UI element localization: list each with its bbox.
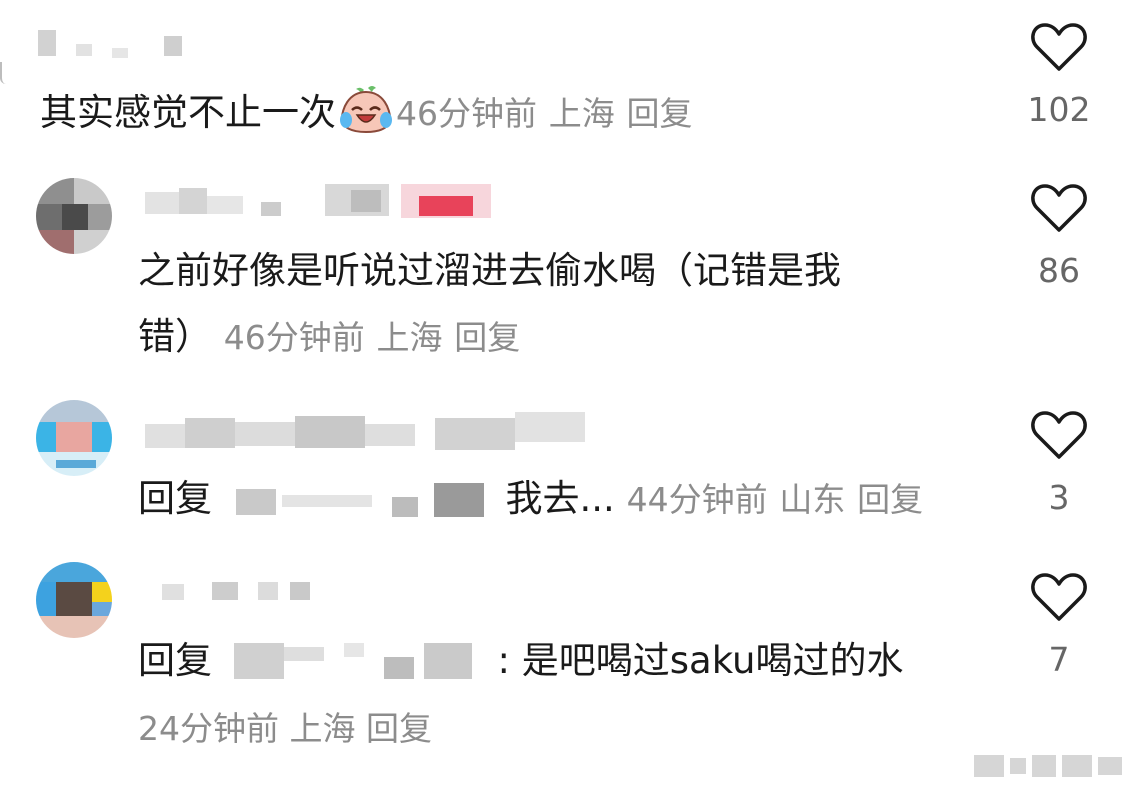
- username-blurred: [145, 184, 495, 220]
- thread-indicator: [0, 62, 8, 84]
- crying-laughing-emoji-icon: [338, 84, 394, 145]
- like-count: 3: [1048, 478, 1070, 517]
- comment-list: 其实感觉不止一次 46分钟前 上海 回复 102 之前好像是听说过溜进去偷水喝（…: [0, 0, 1138, 787]
- comment-time: 24分钟前: [138, 709, 279, 748]
- comment-body: 其实感觉不止一次: [40, 91, 336, 134]
- comment-location: 上海: [548, 94, 615, 133]
- reply-link[interactable]: 回复: [627, 94, 693, 133]
- like-button[interactable]: 86: [1024, 183, 1094, 291]
- comment-time: 46分钟前: [223, 318, 365, 357]
- like-button[interactable]: 3: [1024, 410, 1094, 518]
- comment-body: : 是吧喝过saku喝过的水: [497, 639, 904, 682]
- heart-outline-icon[interactable]: [1030, 410, 1088, 460]
- reply-prefix: 回复: [138, 477, 212, 520]
- comment-body-end: 错）: [138, 315, 212, 358]
- comment-location: 山东: [779, 480, 846, 519]
- mentioned-user-blurred[interactable]: [224, 481, 494, 521]
- comment-location: 上海: [376, 318, 443, 357]
- comment-text: 其实感觉不止一次 46分钟前 上海 回复: [40, 84, 693, 145]
- avatar[interactable]: [36, 562, 112, 638]
- avatar[interactable]: [36, 400, 112, 476]
- reply-link[interactable]: 回复: [366, 709, 432, 748]
- comment-text-line2: 错） 46分钟前 上海 回复: [138, 314, 520, 361]
- mentioned-user-blurred[interactable]: [224, 642, 486, 683]
- username-blurred: [38, 30, 182, 60]
- like-button[interactable]: 7: [1024, 572, 1094, 680]
- watermark-blurred: [974, 755, 1122, 777]
- comment-body: 我去...: [505, 477, 615, 520]
- reply-link[interactable]: 回复: [857, 480, 923, 519]
- reply-link[interactable]: 回复: [454, 318, 520, 357]
- comment-location: 上海: [289, 709, 356, 748]
- heart-outline-icon[interactable]: [1030, 183, 1088, 233]
- heart-outline-icon[interactable]: [1030, 22, 1088, 72]
- like-count: 7: [1048, 640, 1070, 679]
- username-blurred: [145, 412, 585, 452]
- like-count: 102: [1027, 90, 1091, 129]
- like-button[interactable]: 102: [1024, 22, 1094, 130]
- avatar[interactable]: [36, 178, 112, 254]
- heart-outline-icon[interactable]: [1030, 572, 1088, 622]
- reply-prefix: 回复: [138, 639, 212, 682]
- username-blurred: [162, 580, 312, 604]
- like-count: 86: [1038, 251, 1080, 290]
- comment-time: 46分钟前: [396, 94, 537, 133]
- comment-time: 44分钟前: [626, 480, 768, 519]
- comment-text: 回复 : 是吧喝过saku喝过的水: [138, 638, 903, 684]
- comment-text: 回复 我去... 44分钟前 山东 回复: [138, 476, 923, 523]
- comment-meta: 24分钟前 上海 回复: [138, 706, 432, 752]
- comment-text-line1: 之前好像是听说过溜进去偷水喝（记错是我: [138, 249, 841, 292]
